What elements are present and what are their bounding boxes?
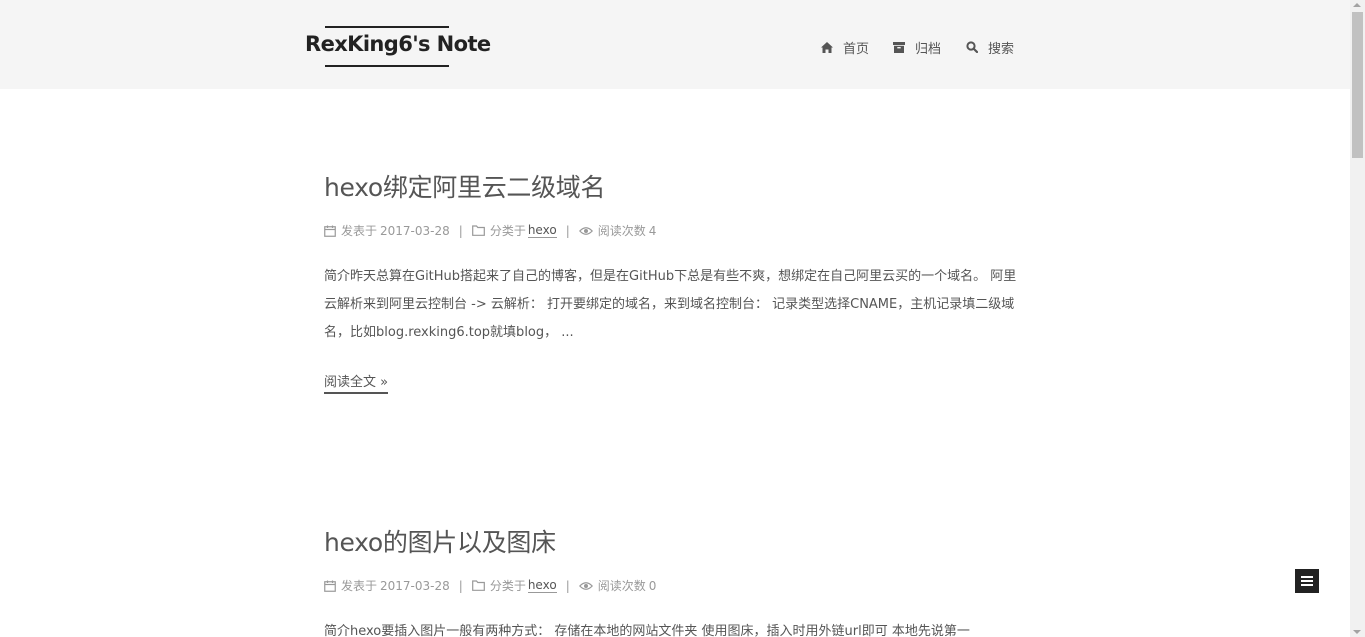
meta-divider: | (458, 578, 463, 593)
folder-icon (471, 225, 485, 236)
nav-item-home-label: 首页 (843, 41, 870, 57)
views-count: 4 (648, 223, 657, 238)
nav-item-search[interactable]: 搜索 (966, 38, 1015, 57)
scroll-up-arrow-icon[interactable] (1353, 3, 1361, 7)
category-label: 分类于 (489, 579, 526, 593)
category-label: 分类于 (489, 224, 526, 238)
posted-label: 发表于 (341, 579, 378, 593)
site-title[interactable]: RexKing6's Note (305, 32, 491, 56)
nav-item-archive[interactable]: 归档 (893, 38, 942, 57)
post-title-link[interactable]: hexo的图片以及图床 (324, 523, 1024, 559)
calendar-icon (324, 225, 336, 237)
menu-bar-icon (1301, 580, 1313, 582)
views-label: 阅读次数 (597, 579, 646, 593)
calendar-icon (324, 580, 336, 592)
meta-divider: | (565, 223, 570, 238)
posted-label: 发表于 (341, 224, 378, 238)
search-icon (966, 41, 978, 53)
post-item: hexo的图片以及图床 发表于 2017-03-28 | 分类于 hexo | … (324, 523, 1024, 637)
meta-divider: | (458, 223, 463, 238)
scrollbar-thumb[interactable] (1352, 12, 1363, 158)
nav-item-search-label: 搜索 (988, 41, 1015, 57)
post-title-link[interactable]: hexo绑定阿里云二级域名 (324, 168, 1024, 204)
folder-icon (471, 580, 485, 591)
sidebar-toggle-button[interactable] (1295, 569, 1319, 593)
nav-item-archive-label: 归档 (915, 41, 942, 57)
site-brand[interactable]: RexKing6's Note (305, 26, 491, 68)
archive-icon (893, 41, 905, 53)
views-label: 阅读次数 (597, 224, 646, 238)
post-meta: 发表于 2017-03-28 | 分类于 hexo | 阅读次数 4 (324, 222, 656, 239)
read-more-link[interactable]: 阅读全文 » (324, 371, 389, 394)
menu-bar-icon (1301, 576, 1313, 578)
post-date: 2017-03-28 (380, 223, 450, 238)
views-count: 0 (648, 578, 657, 593)
post-meta: 发表于 2017-03-28 | 分类于 hexo | 阅读次数 0 (324, 577, 656, 594)
category-link[interactable]: hexo (527, 578, 557, 593)
home-icon (821, 41, 833, 53)
post-item: hexo绑定阿里云二级域名 发表于 2017-03-28 | 分类于 hexo … (324, 168, 1024, 394)
category-link[interactable]: hexo (527, 223, 557, 238)
post-excerpt: 简介hexo要插入图片一般有两种方式： 存储在本地的网站文件夹 使用图床，插入时… (324, 624, 970, 637)
site-header: RexKing6's Note 首页 归档 搜索 (0, 0, 1350, 89)
post-excerpt: 简介昨天总算在GitHub搭起来了自己的博客，但是在GitHub下总是有些不爽，… (324, 269, 1017, 340)
eye-icon (578, 226, 593, 235)
scroll-down-arrow-icon[interactable] (1353, 630, 1361, 634)
brand-line-bottom (325, 65, 449, 67)
meta-divider: | (565, 578, 570, 593)
page-scrollbar[interactable] (1350, 0, 1365, 637)
post-date: 2017-03-28 (380, 578, 450, 593)
nav-item-home[interactable]: 首页 (821, 38, 870, 57)
brand-line-top (325, 26, 449, 28)
menu-bar-icon (1301, 584, 1313, 586)
eye-icon (578, 581, 593, 590)
